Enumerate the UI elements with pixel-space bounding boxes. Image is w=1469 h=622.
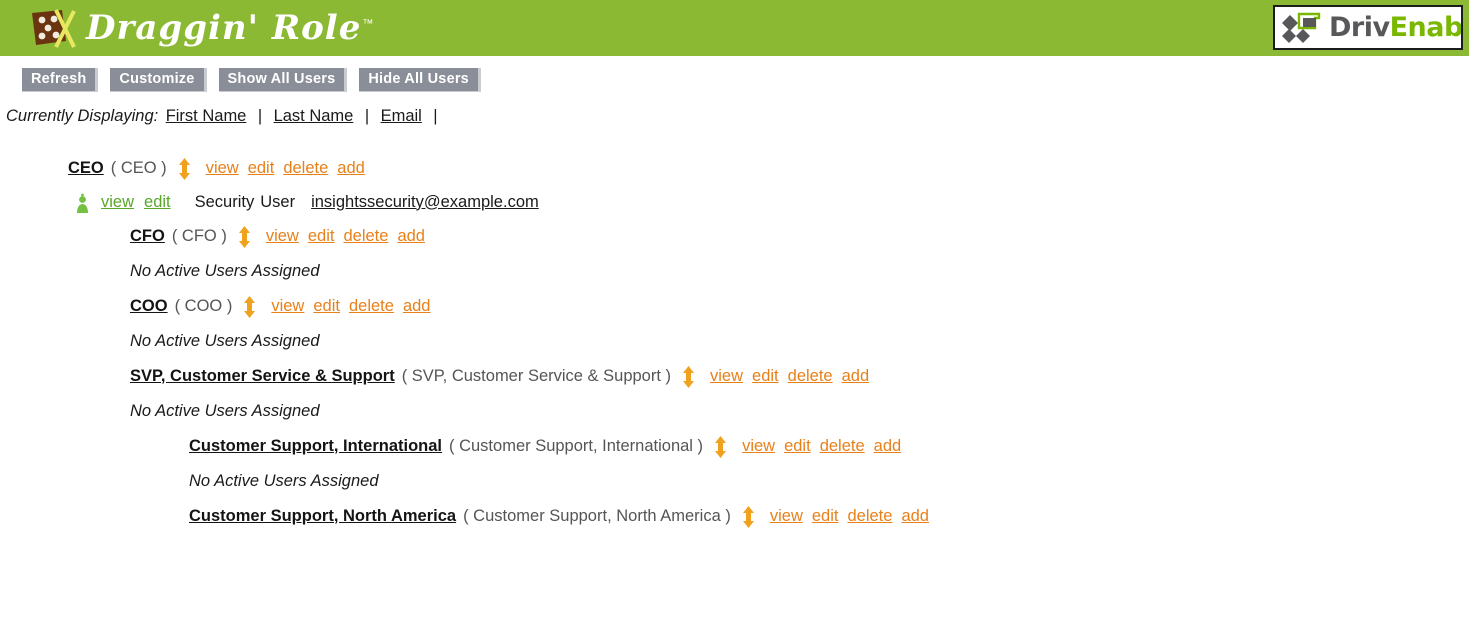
role-actions-ceo: view edit delete add	[206, 159, 365, 178]
no-active-users-text: No Active Users Assigned	[130, 401, 320, 420]
currently-displaying-bar: Currently Displaying: First Name | Last …	[0, 92, 1469, 127]
vertical-double-arrow-icon[interactable]	[243, 296, 256, 318]
display-separator-1: |	[257, 107, 263, 125]
edit-link[interactable]: edit	[248, 159, 275, 178]
role-hierarchy-tree: CEO ( CEO ) view edit delete add view ed…	[0, 151, 1469, 533]
role-actions-customer-support-international: view edit delete add	[742, 437, 901, 456]
vertical-double-arrow-icon[interactable]	[742, 506, 755, 528]
role-actions-cfo: view edit delete add	[266, 227, 425, 246]
delete-link[interactable]: delete	[283, 159, 328, 178]
vertical-double-arrow-icon[interactable]	[682, 366, 695, 388]
show-all-users-button[interactable]: Show All Users	[218, 68, 348, 92]
role-subtitle-customer-support-international: ( Customer Support, International )	[449, 436, 704, 455]
empty-users-row: No Active Users Assigned	[0, 393, 1469, 429]
tree-row: CFO ( CFO ) view edit delete add	[0, 219, 1469, 253]
role-actions-customer-support-north-america: view edit delete add	[770, 507, 929, 526]
role-actions-svp: view edit delete add	[710, 367, 869, 386]
role-title-svp-customer-service-support[interactable]: SVP, Customer Service & Support	[130, 367, 395, 386]
view-link[interactable]: view	[710, 367, 743, 386]
user-email[interactable]: insightssecurity@example.com	[311, 193, 539, 212]
delete-link[interactable]: delete	[349, 297, 394, 316]
display-field-first-name[interactable]: First Name	[166, 107, 247, 125]
view-link[interactable]: view	[266, 227, 299, 246]
currently-displaying-label: Currently Displaying:	[6, 107, 159, 125]
user-view-link[interactable]: view	[101, 193, 134, 212]
role-title-ceo[interactable]: CEO	[68, 159, 104, 178]
display-field-last-name[interactable]: Last Name	[274, 107, 354, 125]
edit-link[interactable]: edit	[752, 367, 779, 386]
edit-link[interactable]: edit	[313, 297, 340, 316]
empty-users-row: No Active Users Assigned	[0, 463, 1469, 499]
no-active-users-text: No Active Users Assigned	[130, 331, 320, 350]
tree-row: CEO ( CEO ) view edit delete add	[0, 151, 1469, 185]
no-active-users-text: No Active Users Assigned	[189, 471, 379, 490]
add-link[interactable]: add	[874, 437, 902, 456]
view-link[interactable]: view	[271, 297, 304, 316]
delete-link[interactable]: delete	[788, 367, 833, 386]
delete-link[interactable]: delete	[820, 437, 865, 456]
role-subtitle-coo: ( COO )	[174, 296, 233, 315]
user-first-name: Security	[194, 192, 255, 211]
vertical-double-arrow-icon[interactable]	[178, 158, 191, 180]
diamonds-icon	[1281, 11, 1327, 45]
hide-all-users-button[interactable]: Hide All Users	[359, 68, 481, 92]
user-row: view edit Security User insightssecurity…	[0, 185, 1469, 219]
role-title-customer-support-international[interactable]: Customer Support, International	[189, 437, 442, 456]
empty-users-row: No Active Users Assigned	[0, 323, 1469, 359]
add-link[interactable]: add	[397, 227, 425, 246]
partner-wordmark: DrivEnable®	[1329, 12, 1463, 43]
user-last-name: User	[260, 192, 296, 211]
role-title-cfo[interactable]: CFO	[130, 227, 165, 246]
vertical-double-arrow-icon[interactable]	[238, 226, 251, 248]
tree-row: SVP, Customer Service & Support ( SVP, C…	[0, 359, 1469, 393]
role-subtitle-svp-customer-service-support: ( SVP, Customer Service & Support )	[401, 366, 672, 385]
display-field-email[interactable]: Email	[381, 107, 422, 125]
delete-link[interactable]: delete	[847, 507, 892, 526]
brand-name-text: Draggin' Role	[86, 8, 362, 48]
view-link[interactable]: view	[770, 507, 803, 526]
add-link[interactable]: add	[337, 159, 365, 178]
role-subtitle-cfo: ( CFO )	[171, 226, 227, 245]
tree-row: Customer Support, North America ( Custom…	[0, 499, 1469, 533]
refresh-button[interactable]: Refresh	[22, 68, 99, 92]
view-link[interactable]: view	[742, 437, 775, 456]
edit-link[interactable]: edit	[812, 507, 839, 526]
vertical-double-arrow-icon[interactable]	[714, 436, 727, 458]
brand-wordmark: Draggin' Role™	[86, 11, 374, 45]
role-subtitle-ceo: ( CEO )	[110, 158, 167, 177]
app-header: Draggin' Role™ DrivEnable®	[0, 0, 1469, 56]
display-separator-2: |	[364, 107, 370, 125]
display-separator-3: |	[433, 107, 438, 125]
add-link[interactable]: add	[403, 297, 431, 316]
role-title-customer-support-north-america[interactable]: Customer Support, North America	[189, 507, 456, 526]
view-link[interactable]: view	[206, 159, 239, 178]
brand-logo[interactable]: Draggin' Role™	[26, 7, 374, 49]
partner-text-enable: Enable	[1389, 12, 1463, 43]
empty-users-row: No Active Users Assigned	[0, 253, 1469, 289]
role-title-coo[interactable]: COO	[130, 297, 168, 316]
delete-link[interactable]: delete	[343, 227, 388, 246]
edit-link[interactable]: edit	[784, 437, 811, 456]
tree-row: Customer Support, International ( Custom…	[0, 429, 1469, 463]
toolbar: Refresh Customize Show All Users Hide Al…	[0, 56, 1469, 92]
partner-text-driv: Driv	[1329, 12, 1390, 43]
customize-button[interactable]: Customize	[110, 68, 207, 92]
tree-row: COO ( COO ) view edit delete add	[0, 289, 1469, 323]
role-subtitle-customer-support-north-america: ( Customer Support, North America )	[463, 506, 731, 525]
trademark-symbol: ™	[362, 17, 375, 30]
person-icon	[75, 193, 90, 214]
edit-link[interactable]: edit	[308, 227, 335, 246]
add-link[interactable]: add	[901, 507, 929, 526]
domino-x-icon	[26, 7, 80, 49]
partner-logo-drivenable[interactable]: DrivEnable®	[1273, 5, 1463, 50]
role-actions-coo: view edit delete add	[271, 297, 430, 316]
no-active-users-text: No Active Users Assigned	[130, 261, 320, 280]
user-edit-link[interactable]: edit	[144, 193, 171, 212]
add-link[interactable]: add	[842, 367, 870, 386]
